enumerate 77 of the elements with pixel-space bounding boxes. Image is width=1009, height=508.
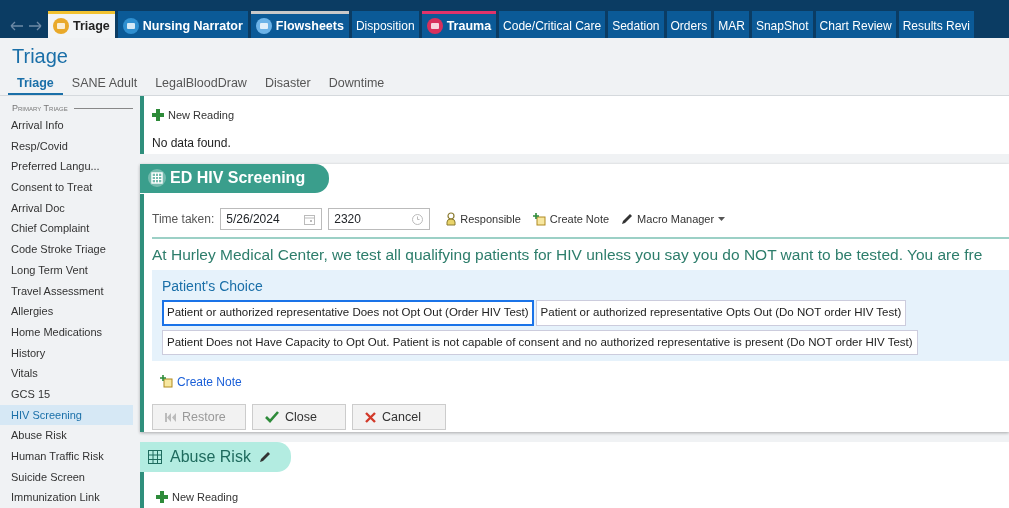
sidebar-item[interactable]: Human Traffic Risk: [0, 446, 133, 467]
pencil-icon: [621, 213, 634, 225]
nav-tab[interactable]: MAR: [714, 11, 749, 38]
create-note-link[interactable]: Create Note: [160, 372, 242, 391]
plus-icon: [156, 491, 168, 503]
info-statement: At Hurley Medical Center, we test all qualifying patients for HIV unless you say you do NOT want to be tested. You are fre: [152, 245, 984, 265]
cancel-button[interactable]: Cancel: [352, 404, 446, 431]
note-add-icon: [532, 212, 546, 226]
sidebar-item[interactable]: Resp/Covid: [0, 135, 133, 157]
toolbar-button[interactable]: Macro Manager: [621, 210, 726, 228]
sub-tab[interactable]: SANE Adult: [62, 70, 147, 95]
sidebar-item[interactable]: History: [0, 342, 133, 364]
sidebar-item[interactable]: HIV Screening: [0, 404, 133, 426]
sidebar-item[interactable]: Immunization Link: [0, 487, 133, 508]
nav-tab[interactable]: SnapShot: [751, 11, 813, 38]
field-label: Time taken:: [152, 211, 215, 228]
sub-tab[interactable]: LegalBloodDraw: [146, 70, 256, 95]
calendar-icon: [304, 213, 316, 225]
sidebar-item[interactable]: Arrival Info: [0, 115, 133, 136]
choice-option[interactable]: Patient or authorized representative Opts Out (Do NOT order HIV Test): [535, 300, 907, 326]
time-field[interactable]: 2320: [328, 208, 431, 230]
sub-tab[interactable]: Triage: [8, 70, 63, 95]
section-heading: Primary Triage: [12, 101, 68, 115]
nav-tab[interactable]: Nursing Narrator: [117, 11, 248, 38]
new-reading-link[interactable]: New Reading: [156, 488, 239, 506]
nav-tab[interactable]: Code/Critical Care: [499, 11, 606, 38]
toolbar-button[interactable]: Responsible: [446, 210, 521, 228]
new-reading-link[interactable]: New Reading: [152, 106, 235, 124]
toolbar-button[interactable]: Create Note: [532, 210, 610, 228]
back-forward-arrows-icon: [10, 21, 42, 31]
note-add-icon: [160, 375, 173, 389]
page-title: Triage: [11, 44, 69, 69]
sidebar-item[interactable]: Chief Complaint: [0, 218, 133, 240]
sidebar-item[interactable]: Allergies: [0, 301, 133, 322]
round-icon: [53, 18, 69, 34]
grid-icon: [148, 450, 162, 464]
sidebar-item[interactable]: Home Medications: [0, 321, 133, 343]
date-field[interactable]: 5/26/2024: [220, 208, 323, 230]
round-icon: [255, 18, 272, 34]
sidebar-item[interactable]: Abuse Risk: [0, 425, 133, 446]
nav-tab[interactable]: Trauma: [421, 11, 497, 38]
nav-tab[interactable]: Flowsheets: [250, 11, 349, 38]
sidebar-item[interactable]: GCS 15: [0, 383, 133, 405]
round-icon: [426, 18, 443, 34]
close-button[interactable]: Close: [252, 404, 346, 431]
x-icon: [365, 411, 376, 423]
sidebar-item[interactable]: Suicide Screen: [0, 466, 133, 488]
sidebar-item[interactable]: Consent to Treat: [0, 177, 133, 198]
sidebar-item[interactable]: Code Stroke Triage: [0, 239, 133, 260]
nav-tab[interactable]: Results Revi: [898, 11, 974, 38]
sidebar-item[interactable]: Long Term Vent: [0, 259, 133, 281]
sub-tab[interactable]: Downtime: [319, 70, 394, 95]
nav-tab[interactable]: Triage: [48, 11, 115, 38]
round-icon: [122, 18, 139, 34]
sidebar-item[interactable]: Arrival Doc: [0, 197, 133, 219]
choice-option[interactable]: Patient Does not Have Capacity to Opt Out. Patient is not capable of consent and no authorized representative is present (Do NOT order HIV Test): [162, 329, 918, 355]
section-header: Abuse Risk: [140, 442, 291, 472]
grid-icon: [148, 169, 166, 187]
plus-icon: [152, 109, 164, 121]
nav-tab[interactable]: Chart Review: [815, 11, 896, 38]
status-message: No data found.: [152, 135, 232, 152]
sub-tab[interactable]: Disaster: [255, 70, 320, 95]
nav-tab[interactable]: Orders: [666, 11, 712, 38]
caret-icon: [718, 217, 726, 221]
question-label: Patient's Choice: [162, 277, 264, 297]
sidebar-item[interactable]: Travel Assessment: [0, 280, 133, 302]
nav-tab[interactable]: Sedation: [608, 11, 664, 38]
clock-icon: [412, 213, 424, 225]
skip-back-icon: [165, 412, 176, 422]
checkmark-icon: [265, 411, 279, 424]
section-header: ED HIV Screening: [140, 164, 330, 193]
sidebar-item[interactable]: Vitals: [0, 363, 133, 384]
nav-tab[interactable]: Disposition: [351, 11, 419, 38]
pencil-icon: [258, 451, 271, 463]
choice-option[interactable]: Patient or authorized representative Does not Opt Out (Order HIV Test): [162, 300, 534, 326]
sidebar-item[interactable]: Preferred Langu...: [0, 156, 133, 178]
person-icon: [446, 212, 457, 226]
